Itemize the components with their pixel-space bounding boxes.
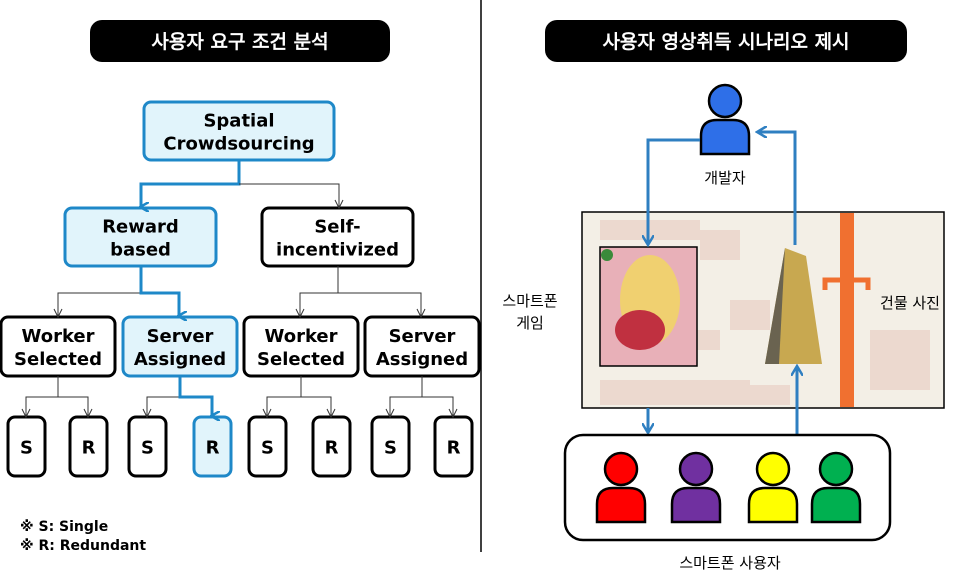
connector: [58, 266, 142, 316]
game-label: 스마트폰: [502, 292, 557, 310]
box-label: based: [110, 240, 171, 261]
leaf-r: R: [192, 415, 233, 478]
box-label: Assigned: [134, 349, 226, 370]
box-label: Spatial: [203, 111, 274, 132]
connector: [300, 266, 339, 316]
right-title: 사용자 영상취득 시나리오 제시: [545, 20, 907, 62]
connector: [239, 183, 339, 207]
connector: [338, 292, 421, 316]
box-label: Self-: [314, 217, 360, 238]
box-label: Server: [389, 326, 456, 347]
box-label: Selected: [14, 349, 102, 370]
game-character-image: [599, 246, 698, 367]
box-label: Crowdsourcing: [163, 134, 314, 155]
leaf-r: R: [433, 415, 474, 478]
box-label: R: [82, 438, 96, 459]
leaf-s: S: [370, 415, 411, 478]
legend-note: ※ R: Redundant: [20, 538, 146, 554]
connector: [58, 396, 88, 416]
node-worker-selected: WorkerSelected: [242, 315, 360, 378]
box-label: S: [261, 438, 274, 459]
box-label: Assigned: [376, 349, 468, 370]
box-label: Server: [147, 326, 214, 347]
connector: [390, 376, 423, 416]
node-server-assigned: ServerAssigned: [121, 315, 239, 378]
box-label: Reward: [102, 217, 179, 238]
connector: [422, 396, 453, 416]
box-label: S: [384, 438, 397, 459]
box-label: incentivized: [276, 240, 399, 261]
connector: [26, 376, 59, 416]
connector: [267, 376, 302, 416]
node-server-assigned: ServerAssigned: [363, 315, 481, 378]
building-label: 건물 사진: [880, 294, 940, 312]
legend-note: ※ S: Single: [20, 519, 108, 535]
box-label: S: [141, 438, 154, 459]
diagram: 사용자 요구 조건 분석 사용자 영상취득 시나리오 제시 Spatial Cro…: [0, 0, 965, 579]
leaf-s: S: [127, 415, 168, 478]
connector: [139, 266, 179, 316]
connector: [141, 160, 241, 207]
svg-text:사용자 요구 조건 분석: 사용자 요구 조건 분석: [151, 31, 328, 53]
box-label: R: [206, 438, 220, 459]
developer-person-icon: [699, 83, 751, 156]
box-label: R: [325, 438, 339, 459]
box-label: Worker: [264, 326, 337, 347]
node-self-incentivized: Self-incentivized: [260, 206, 415, 268]
box-label: Worker: [21, 326, 94, 347]
left-title: 사용자 요구 조건 분석: [90, 20, 390, 62]
users-label: 스마트폰 사용자: [679, 554, 781, 572]
game-label: 게임: [516, 314, 544, 332]
leaf-r: R: [311, 415, 352, 478]
box-label: S: [20, 438, 33, 459]
connector: [301, 396, 331, 416]
developer-label: 개발자: [704, 169, 746, 187]
connector: [147, 376, 181, 416]
box-label: R: [447, 438, 461, 459]
node-worker-selected: WorkerSelected: [0, 315, 117, 378]
leaf-r: R: [68, 415, 109, 478]
node-spatial-crowdsourcing: SpatialCrowdsourcing: [142, 100, 336, 162]
box-label: Selected: [257, 349, 345, 370]
leaf-s: S: [6, 415, 47, 478]
connector: [178, 376, 212, 416]
node-reward-based: Rewardbased: [63, 206, 218, 268]
diagram-canvas: 사용자 요구 조건 분석 사용자 영상취득 시나리오 제시 SpatialCro…: [0, 0, 945, 572]
svg-text:사용자 영상취득 시나리오 제시: 사용자 영상취득 시나리오 제시: [602, 31, 849, 53]
leaf-s: S: [247, 415, 288, 478]
